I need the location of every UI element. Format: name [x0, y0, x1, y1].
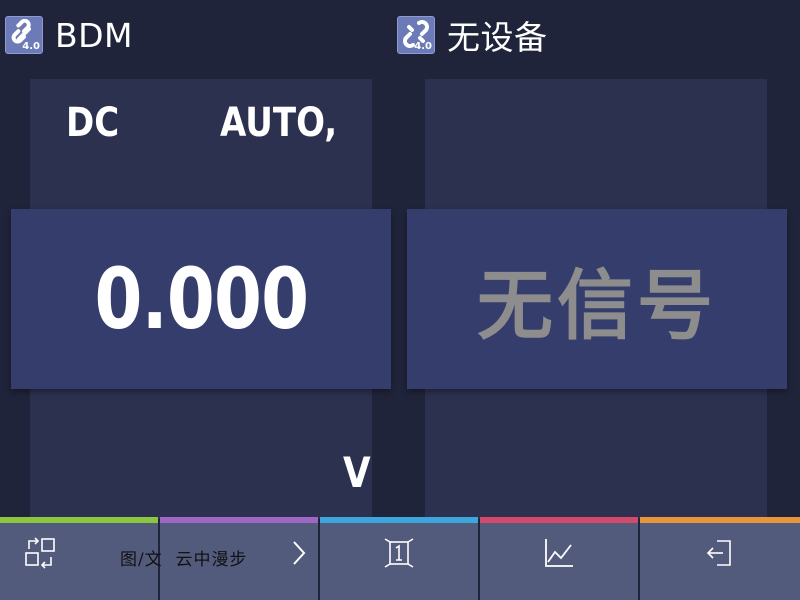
device-header-left[interactable]: 4.0 BDM	[5, 0, 133, 70]
exit-button[interactable]	[640, 517, 800, 600]
trend-chart-icon	[545, 539, 573, 567]
unit-label: V	[343, 448, 371, 497]
trend-button[interactable]	[480, 517, 638, 600]
version-label: 4.0	[414, 41, 432, 52]
watermark-text: 图/文 云中漫步	[120, 550, 248, 570]
device-header-right[interactable]: 4.0 无设备	[397, 0, 548, 70]
reading-display: 0.000	[11, 209, 391, 389]
device-status-title: 无设备	[447, 18, 548, 57]
swap-icon	[25, 537, 55, 569]
link-icon: 4.0	[5, 16, 43, 54]
single-view-icon	[384, 538, 414, 568]
coupling-mode: DC	[66, 100, 120, 146]
chevron-right-icon	[293, 541, 306, 565]
broken-link-icon: 4.0	[397, 16, 435, 54]
exit-icon	[706, 540, 731, 566]
no-signal-display: 无信号	[407, 209, 787, 389]
no-signal-text: 无信号	[477, 261, 717, 350]
device-name: BDM	[55, 15, 134, 55]
reading-value: 0.000	[94, 250, 309, 348]
version-label: 4.0	[22, 41, 40, 52]
range-mode: AUTO,	[220, 100, 338, 146]
single-view-button[interactable]	[320, 517, 478, 600]
